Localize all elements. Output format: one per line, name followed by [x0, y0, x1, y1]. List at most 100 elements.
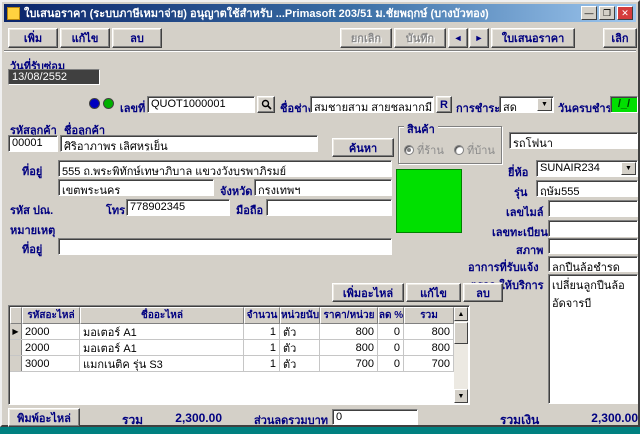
header-part-code: รหัสอะไหล่ — [22, 307, 80, 324]
technician-label: ชื่อช่าง — [280, 103, 314, 115]
radio-home-icon — [454, 145, 464, 155]
address1-field[interactable]: 555 ถ.พระพิทักษ์เทษาภิบาล แขวงวังบูรพาภิ… — [58, 160, 392, 177]
phone-label: โทร — [106, 205, 126, 217]
due-date-label: วันครบชำระ — [558, 103, 618, 115]
r-button[interactable]: R — [436, 96, 452, 113]
header-part-name: ชื่ออะไหล่ — [80, 307, 244, 324]
address2-field[interactable]: เขตพระนคร — [58, 179, 214, 196]
edit-button[interactable]: แก้ไข — [60, 28, 110, 48]
product-option-home-label: ที่บ้าน — [467, 145, 495, 157]
cell-part-name: มอเตอร์ A1 — [80, 340, 244, 355]
scroll-down-icon[interactable]: ▼ — [454, 389, 468, 403]
add-part-button[interactable]: เพิ่มอะไหล่ — [332, 283, 404, 302]
status-green-icon — [103, 98, 114, 109]
cell-unit-price: 800 — [320, 340, 378, 355]
delete-button[interactable]: ลบ — [112, 28, 162, 48]
total-value: 2,300.00 — [175, 411, 222, 425]
add-button[interactable]: เพิ่ม — [8, 28, 58, 48]
payment-dropdown[interactable]: สด ▼ — [499, 96, 554, 113]
row-selector[interactable] — [10, 340, 22, 355]
cell-discount: 0 — [378, 340, 404, 355]
brand-dropdown-arrow-icon[interactable]: ▼ — [621, 162, 636, 175]
search-doc-button[interactable] — [257, 96, 275, 113]
product-image-box — [396, 169, 462, 233]
quotation-button[interactable]: ใบเสนอราคา — [491, 28, 575, 48]
receive-date-field[interactable]: 13/08/2552 — [8, 69, 100, 85]
cell-part-name: แมกเนติค รุ่น S3 — [80, 356, 244, 371]
table-row[interactable]: 3000 แมกเนติค รุ่น S3 1 ตัว 700 0 700 — [10, 356, 454, 372]
cell-unit-price: 700 — [320, 356, 378, 371]
mobile-label: มือถือ — [236, 205, 264, 217]
product-option-home[interactable]: ที่บ้าน — [454, 141, 495, 159]
magnifier-icon — [261, 99, 272, 110]
edit-part-button[interactable]: แก้ไข — [406, 283, 461, 302]
cell-discount: 0 — [378, 356, 404, 371]
symptom-field[interactable]: ลูกปืนล้อชำรุด — [548, 256, 638, 272]
row-selector[interactable] — [10, 356, 22, 371]
scroll-thumb[interactable] — [454, 322, 468, 344]
minimize-button[interactable]: — — [581, 6, 597, 20]
row-selector[interactable]: ▶ — [10, 324, 22, 339]
prev-record-button[interactable]: ◄ — [448, 28, 468, 48]
quotation-window: ใบเสนอราคา (ระบบภาษีเหมาจ่าย) อนุญาตใช้ส… — [0, 0, 640, 427]
cell-part-code: 2000 — [22, 324, 80, 339]
cell-qty: 1 — [244, 324, 280, 339]
scroll-up-icon[interactable]: ▲ — [454, 307, 468, 321]
service-textarea[interactable]: เปลี่ยนลูกปืนล้อ อัดจารบี — [548, 274, 638, 404]
payment-value: สด — [503, 102, 517, 113]
technician-field[interactable]: สมชายสาม สายชลมากมี — [310, 96, 434, 113]
model-field[interactable]: ฤษัม555 — [536, 180, 638, 197]
cell-part-code: 2000 — [22, 340, 80, 355]
product-group-label: สินค้า — [404, 120, 438, 138]
cell-unit: ตัว — [280, 340, 320, 355]
maximize-button[interactable]: ❐ — [599, 6, 615, 20]
payment-dropdown-arrow-icon[interactable]: ▼ — [537, 98, 552, 111]
customer-name-field[interactable]: ศิริอาภาพร เลิศหรูเย็น — [60, 135, 318, 152]
doc-no-field[interactable]: QUOT1000001 — [147, 96, 255, 113]
print-parts-button[interactable]: พิมพ์อะไหล่ — [8, 408, 80, 427]
note-address-field[interactable] — [58, 238, 392, 255]
parts-table: รหัสอะไหล่ ชื่ออะไหล่ จำนวน หน่วยนับ ราค… — [8, 305, 470, 405]
table-scrollbar[interactable]: ▲ ▼ — [454, 307, 468, 403]
table-row[interactable]: 2000 มอเตอร์ A1 1 ตัว 800 0 800 — [10, 340, 454, 356]
customer-code-field[interactable]: 00001 — [8, 135, 58, 152]
due-date-field[interactable]: /_/ — [610, 96, 638, 113]
province-field[interactable]: กรุงเทพฯ — [254, 179, 392, 196]
brand-dropdown[interactable]: SUNAIR234 ▼ — [536, 160, 638, 177]
cell-part-code: 3000 — [22, 356, 80, 371]
vehicle-field[interactable]: รถโฟนา — [509, 132, 638, 149]
mileage-field[interactable] — [548, 200, 638, 217]
header-discount: ลด % — [378, 307, 404, 324]
header-unit-price: ราคา/หน่วย — [320, 307, 378, 324]
product-option-shop[interactable]: ที่ร้าน — [404, 141, 444, 159]
note-label: หมายเหตุ — [10, 225, 56, 237]
cell-unit: ตัว — [280, 356, 320, 371]
discount-field[interactable]: 0 — [332, 409, 418, 425]
mileage-label: เลขไมล์ — [506, 207, 544, 219]
exit-button[interactable]: เลิก — [603, 28, 637, 48]
delete-part-button[interactable]: ลบ — [463, 283, 503, 302]
header-qty: จำนวน — [244, 307, 280, 324]
customer-search-button[interactable]: ค้นหา — [332, 138, 394, 157]
close-button[interactable]: ✕ — [617, 6, 633, 20]
cell-unit: ตัว — [280, 324, 320, 339]
cell-total: 800 — [404, 340, 454, 355]
condition-label: สภาพ — [516, 245, 544, 257]
cancel-button[interactable]: ยกเลิก — [340, 28, 392, 48]
status-blue-icon — [89, 98, 100, 109]
grand-total-value: 2,300.00 — [591, 411, 638, 425]
phone-field[interactable]: 778902345 — [126, 199, 230, 216]
plate-field[interactable] — [548, 220, 638, 237]
next-record-button[interactable]: ► — [469, 28, 489, 48]
product-option-shop-label: ที่ร้าน — [417, 145, 444, 157]
condition-field[interactable] — [548, 238, 638, 254]
postal-label: รหัส ปณ. — [10, 205, 54, 217]
save-button[interactable]: บันทึก — [394, 28, 446, 48]
table-row[interactable]: ▶ 2000 มอเตอร์ A1 1 ตัว 800 0 800 — [10, 324, 454, 340]
parts-table-body: ▶ 2000 มอเตอร์ A1 1 ตัว 800 0 800 2000 ม… — [10, 324, 454, 403]
mobile-field[interactable] — [266, 199, 392, 216]
titlebar: ใบเสนอราคา (ระบบภาษีเหมาจ่าย) อนุญาตใช้ส… — [4, 4, 636, 22]
desktop-background — [0, 427, 640, 434]
header-total: รวม — [404, 307, 454, 324]
plate-label: เลขทะเบียน — [492, 227, 548, 239]
